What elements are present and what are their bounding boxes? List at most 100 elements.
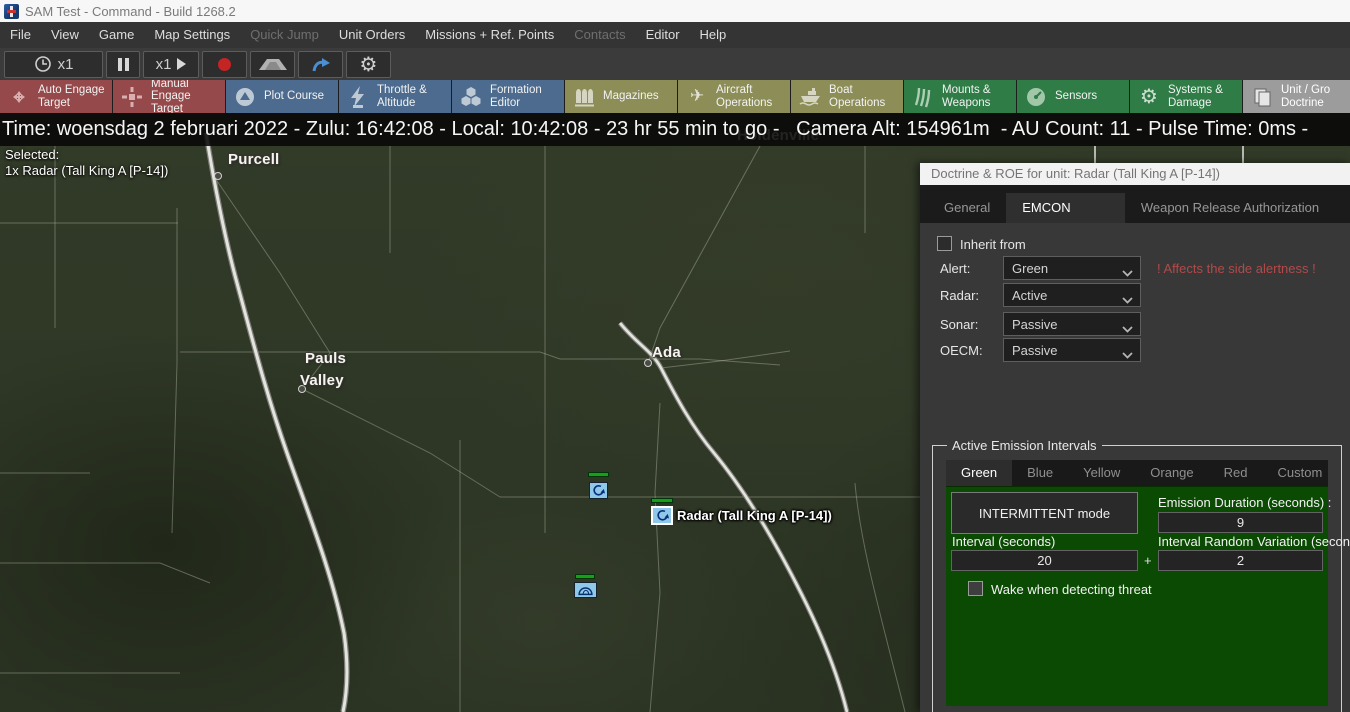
boat-operations-button[interactable]: Boat Operations: [791, 80, 904, 113]
record-button[interactable]: [202, 50, 247, 78]
health-bar: [588, 472, 609, 477]
radar-label: Radar:: [940, 288, 980, 303]
menu-unit-orders[interactable]: Unit Orders: [329, 22, 415, 48]
oecm-value: Passive: [1012, 342, 1058, 358]
ribbon-label: Systems &: [1168, 84, 1223, 96]
auto-engage-target-button[interactable]: Auto Engage Target: [0, 80, 113, 113]
mounts-weapons-button[interactable]: Mounts & Weapons: [904, 80, 1017, 113]
interval-label: Interval (seconds): [952, 534, 1056, 549]
inherit-from-label: Inherit from: [960, 237, 1026, 252]
time-compression-button[interactable]: x1: [4, 50, 103, 78]
chevron-down-icon: [1122, 265, 1133, 280]
sonar-dropdown[interactable]: Passive: [1003, 312, 1141, 336]
documents-icon: [1249, 85, 1275, 109]
radar-unit-icon[interactable]: [589, 482, 608, 499]
selected-title: Selected:: [5, 147, 60, 162]
menu-view[interactable]: View: [41, 22, 89, 48]
menu-contacts: Contacts: [574, 27, 626, 42]
magazines-button[interactable]: Magazines: [565, 80, 678, 113]
chevron-down-icon: [1122, 347, 1133, 362]
throttle-altitude-button[interactable]: Throttle & Altitude: [339, 80, 452, 113]
emission-tab-bar: Green Blue Yellow Orange Red Custom: [946, 460, 1328, 486]
radar-unit-icon-selected[interactable]: [651, 506, 673, 525]
alert-dropdown[interactable]: Green: [1003, 256, 1141, 280]
emission-tab-custom[interactable]: Custom: [1263, 460, 1338, 486]
oecm-dropdown[interactable]: Passive: [1003, 338, 1141, 362]
manual-engage-target-button[interactable]: Manual Engage Target: [113, 80, 226, 113]
sonar-value: Passive: [1012, 316, 1058, 332]
menu-help[interactable]: Help: [690, 22, 737, 48]
ribbon-label: Auto Engage: [38, 84, 105, 96]
pause-button[interactable]: [106, 50, 140, 78]
sonar-label: Sonar:: [940, 317, 979, 332]
town-dot-ada: [644, 359, 652, 367]
ribbon-label: Magazines: [603, 90, 659, 103]
inherit-from-checkbox[interactable]: [937, 236, 952, 251]
ribbon-label: Manual: [151, 80, 189, 90]
ribbon-label: Target: [38, 96, 70, 109]
facility-unit-icon[interactable]: [574, 582, 597, 598]
ribbon-label: Formation: [490, 84, 542, 96]
emission-tab-green[interactable]: Green: [946, 460, 1013, 486]
unit-label: Radar (Tall King A [P-14]): [677, 508, 832, 523]
ribbon-label: Operations: [716, 96, 773, 109]
ribbon-label: Throttle &: [377, 84, 427, 96]
settings-button[interactable]: ⚙: [346, 50, 391, 78]
emission-duration-label: Emission Duration (seconds) :: [1158, 495, 1332, 510]
interval-random-variation-input[interactable]: 2: [1158, 550, 1323, 571]
menu-editor[interactable]: Editor: [636, 22, 690, 48]
perspective-view-button[interactable]: [250, 50, 295, 78]
tab-wra[interactable]: Weapon Release Authorization (WRA): [1125, 193, 1350, 245]
ribbon-label: Altitude: [377, 96, 416, 109]
emission-tab-orange[interactable]: Orange: [1135, 460, 1208, 486]
doctrine-roe-dialog: Doctrine & ROE for unit: Radar (Tall Kin…: [920, 163, 1350, 712]
health-bar: [575, 574, 595, 579]
chevron-down-icon: [1122, 321, 1133, 336]
emission-green-panel: INTERMITTENT mode Emission Duration (sec…: [946, 486, 1350, 706]
hexagon-cluster-icon: [458, 85, 484, 109]
sim-time-bar: Time: woensdag 2 februari 2022 - Zulu: 1…: [0, 113, 1350, 146]
interval-random-variation-label: Interval Random Variation (seconds): [1158, 534, 1350, 549]
menu-game[interactable]: Game: [89, 22, 144, 48]
sensors-button[interactable]: Sensors: [1017, 80, 1130, 113]
systems-damage-button[interactable]: ⚙ Systems & Damage: [1130, 80, 1243, 113]
menu-bar: File View Game Map Settings Quick Jump U…: [0, 22, 1350, 48]
bullets-icon: [571, 85, 597, 109]
ribbon-label: Unit / Gro: [1281, 84, 1331, 96]
formation-editor-button[interactable]: Formation Editor: [452, 80, 565, 113]
tab-emcon-settings[interactable]: EMCON Settings: [1006, 193, 1125, 245]
dialog-title: Doctrine & ROE for unit: Radar (Tall Kin…: [920, 163, 1350, 185]
claw-marks-icon: [910, 85, 936, 109]
emission-duration-input[interactable]: 9: [1158, 512, 1323, 533]
intermittent-mode-button[interactable]: INTERMITTENT mode: [951, 492, 1138, 534]
radar-dropdown[interactable]: Active: [1003, 283, 1141, 307]
group-title: Active Emission Intervals: [947, 438, 1102, 453]
interval-input[interactable]: 20: [951, 550, 1138, 571]
menu-file[interactable]: File: [0, 22, 41, 48]
radar-dish-icon: [1023, 85, 1049, 109]
ribbon-label: Weapons: [942, 96, 991, 109]
town-label-pauls-valley-line1: Pauls: [305, 350, 347, 367]
town-label-purcell: Purcell: [228, 151, 280, 168]
emission-tab-red[interactable]: Red: [1209, 460, 1263, 486]
menu-missions-ref-points[interactable]: Missions + Ref. Points: [415, 22, 564, 48]
plot-course-button[interactable]: Plot Course: [226, 80, 339, 113]
unit-group-doctrine-button[interactable]: Unit / Gro Doctrine: [1243, 80, 1350, 113]
tab-general[interactable]: General: [928, 193, 1006, 223]
menu-map-settings[interactable]: Map Settings: [144, 22, 240, 48]
title-bar: SAM Test - Command - Build 1268.2: [0, 0, 1350, 22]
command-logo-icon: [4, 3, 19, 19]
emission-tab-blue[interactable]: Blue: [1012, 460, 1068, 486]
jump-to-button[interactable]: [298, 50, 343, 78]
ribbon-label: Boat: [829, 84, 853, 96]
emission-tab-yellow[interactable]: Yellow: [1068, 460, 1135, 486]
runway-icon: [255, 55, 291, 73]
play-button[interactable]: x1: [143, 50, 199, 78]
ribbon-toolbar: Auto Engage Target Manual Engage Target Pl…: [0, 80, 1350, 113]
menu-quick-jump: Quick Jump: [250, 27, 319, 42]
wake-when-detecting-threat-checkbox[interactable]: [968, 581, 983, 596]
sim-time-text: Time: woensdag 2 februari 2022 - Zulu: 1…: [2, 118, 1309, 140]
aircraft-operations-button[interactable]: ✈ Aircraft Operations: [678, 80, 791, 113]
health-bar: [651, 498, 673, 503]
time-control-toolbar: x1 x1 ⚙: [0, 48, 1350, 80]
